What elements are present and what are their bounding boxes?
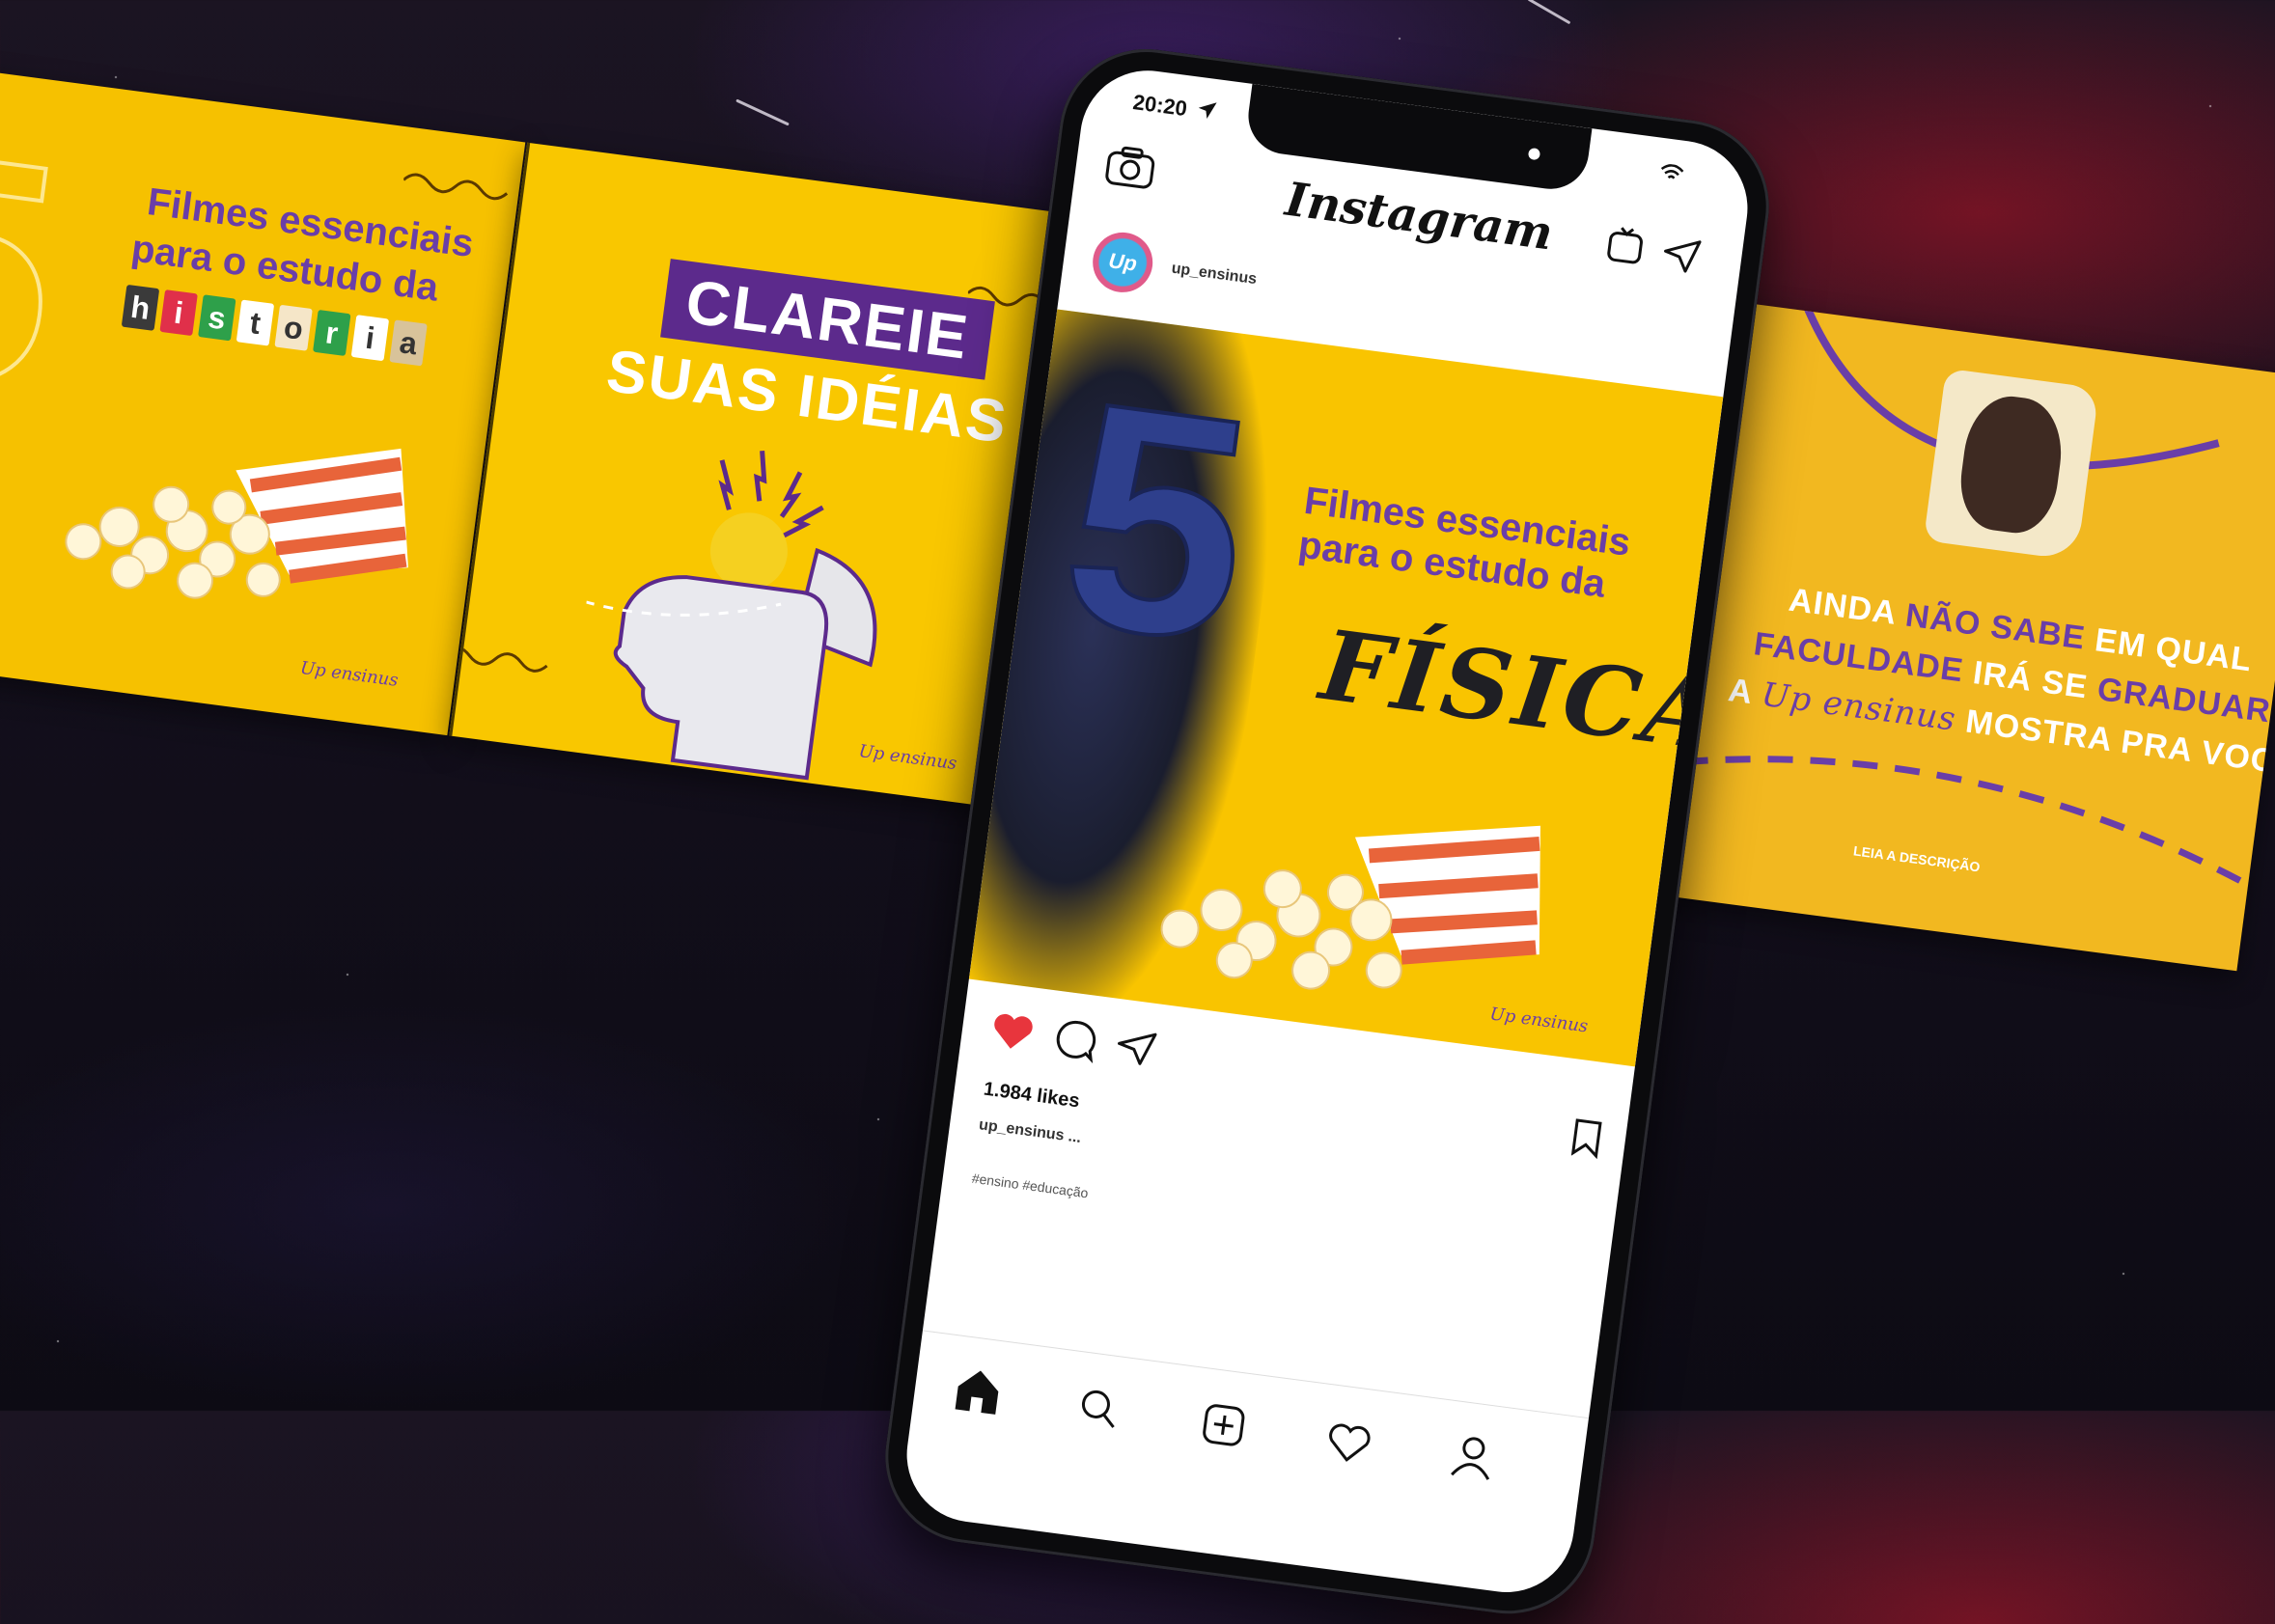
letter-tile: r bbox=[313, 309, 351, 357]
letter-tile: i bbox=[350, 315, 390, 362]
zigzag-decoration bbox=[449, 646, 548, 673]
text-white: EM QUAL bbox=[2093, 621, 2255, 679]
add-post-icon[interactable] bbox=[1200, 1401, 1247, 1448]
wifi-icon bbox=[1660, 164, 1684, 179]
letter-tile: o bbox=[274, 304, 313, 351]
location-arrow-icon bbox=[1198, 102, 1217, 120]
status-time: 20:20 bbox=[1131, 90, 1189, 122]
caption-hashtags: #ensino #educação bbox=[970, 1170, 1090, 1201]
letter-tile: i bbox=[159, 289, 198, 337]
letter-tile: s bbox=[198, 294, 236, 342]
app-title: Instagram bbox=[1282, 172, 1556, 261]
post-image[interactable]: 5 Filmes essenciais para o estudo da FÍS… bbox=[968, 309, 1724, 1067]
heart-icon[interactable] bbox=[989, 1009, 1037, 1053]
avatar[interactable]: Up bbox=[1089, 229, 1156, 296]
post-username[interactable]: up_ensinus bbox=[1171, 261, 1258, 289]
home-icon[interactable] bbox=[951, 1364, 1005, 1417]
profile-icon[interactable] bbox=[1449, 1432, 1497, 1481]
letter-tile: a bbox=[389, 319, 428, 367]
person-photo bbox=[1923, 368, 2099, 561]
igtv-icon[interactable] bbox=[1603, 224, 1647, 267]
post-headline: Filmes essenciais para o estudo da bbox=[1296, 479, 1633, 610]
light-streak bbox=[735, 98, 790, 126]
comment-icon[interactable] bbox=[1052, 1016, 1099, 1064]
text-white: A bbox=[1726, 672, 1764, 713]
bottom-navigation bbox=[907, 1330, 1590, 1534]
person-face bbox=[1955, 391, 2068, 538]
text-purple: GRADUAR bbox=[2095, 671, 2273, 730]
popcorn-image bbox=[65, 448, 408, 599]
letter-tile: t bbox=[236, 299, 275, 346]
post-subject: FÍSICA bbox=[1314, 607, 1724, 774]
camera-icon[interactable] bbox=[1102, 143, 1157, 191]
text-white: IRÁ SE bbox=[1971, 654, 2100, 707]
brand-logo: Up ensinus bbox=[298, 657, 400, 691]
likes-count[interactable]: 1.984 likes bbox=[983, 1079, 1081, 1114]
activity-heart-icon[interactable] bbox=[1324, 1419, 1373, 1466]
letter-tile: h bbox=[121, 284, 160, 331]
direct-message-icon[interactable] bbox=[1660, 234, 1704, 277]
caption-user[interactable]: up_ensinus ... bbox=[978, 1116, 1082, 1147]
light-streak bbox=[1527, 0, 1571, 25]
share-icon[interactable] bbox=[1114, 1026, 1159, 1069]
text-white: AINDA bbox=[1787, 581, 1908, 634]
zigzag-decoration bbox=[402, 173, 509, 201]
bookmark-icon[interactable] bbox=[1568, 1117, 1604, 1160]
post-card-historia: 5 Filmes essenciais para o estudo da h i… bbox=[0, 68, 526, 736]
search-icon[interactable] bbox=[1075, 1385, 1121, 1430]
